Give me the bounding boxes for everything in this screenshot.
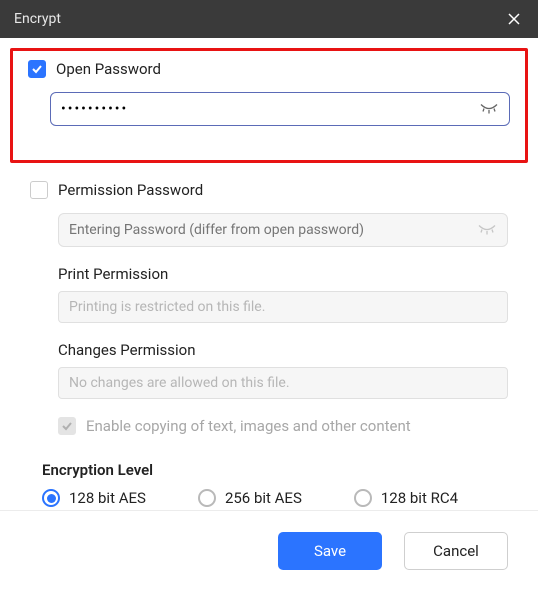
- permission-password-label: Permission Password: [58, 181, 203, 199]
- open-password-label: Open Password: [56, 60, 161, 78]
- radio-label: 128 bit AES: [69, 489, 146, 507]
- save-button[interactable]: Save: [278, 532, 382, 570]
- open-password-checkbox[interactable]: [28, 60, 46, 78]
- check-icon: [61, 420, 73, 432]
- permission-password-input: [58, 213, 508, 247]
- show-permission-password-toggle: [478, 221, 496, 240]
- changes-permission-select: No changes are allowed on this file.: [58, 367, 508, 399]
- radio-256-aes[interactable]: 256 bit AES: [198, 489, 302, 507]
- dialog-footer: Save Cancel: [0, 510, 538, 590]
- titlebar: Encrypt: [0, 0, 538, 38]
- enable-copying-label: Enable copying of text, images and other…: [86, 417, 411, 435]
- dialog-title: Encrypt: [14, 11, 61, 27]
- radio-label: 128 bit RC4: [381, 489, 458, 507]
- radio-128-aes[interactable]: 128 bit AES: [42, 489, 146, 507]
- permission-password-checkbox[interactable]: [30, 181, 48, 199]
- print-permission-label: Print Permission: [58, 265, 508, 283]
- radio-button: [198, 489, 216, 507]
- eye-closed-icon: [480, 103, 498, 115]
- print-permission-value: Printing is restricted on this file.: [69, 299, 265, 315]
- open-password-input[interactable]: [50, 92, 510, 126]
- enable-copying-checkbox: [58, 417, 76, 435]
- encryption-level-label: Encryption Level: [42, 461, 528, 479]
- changes-permission-label: Changes Permission: [58, 341, 508, 359]
- print-permission-select: Printing is restricted on this file.: [58, 291, 508, 323]
- check-icon: [31, 63, 43, 75]
- radio-label: 256 bit AES: [225, 489, 302, 507]
- radio-button: [42, 489, 60, 507]
- show-password-toggle[interactable]: [480, 100, 498, 119]
- eye-closed-icon: [478, 224, 496, 236]
- encryption-level-group: 128 bit AES 256 bit AES 128 bit RC4: [42, 489, 528, 507]
- open-password-section: Open Password: [10, 48, 528, 163]
- close-icon: [506, 11, 522, 27]
- radio-button: [354, 489, 372, 507]
- changes-permission-value: No changes are allowed on this file.: [69, 375, 290, 391]
- cancel-button[interactable]: Cancel: [404, 532, 508, 570]
- close-button[interactable]: [504, 9, 524, 29]
- radio-128-rc4[interactable]: 128 bit RC4: [354, 489, 458, 507]
